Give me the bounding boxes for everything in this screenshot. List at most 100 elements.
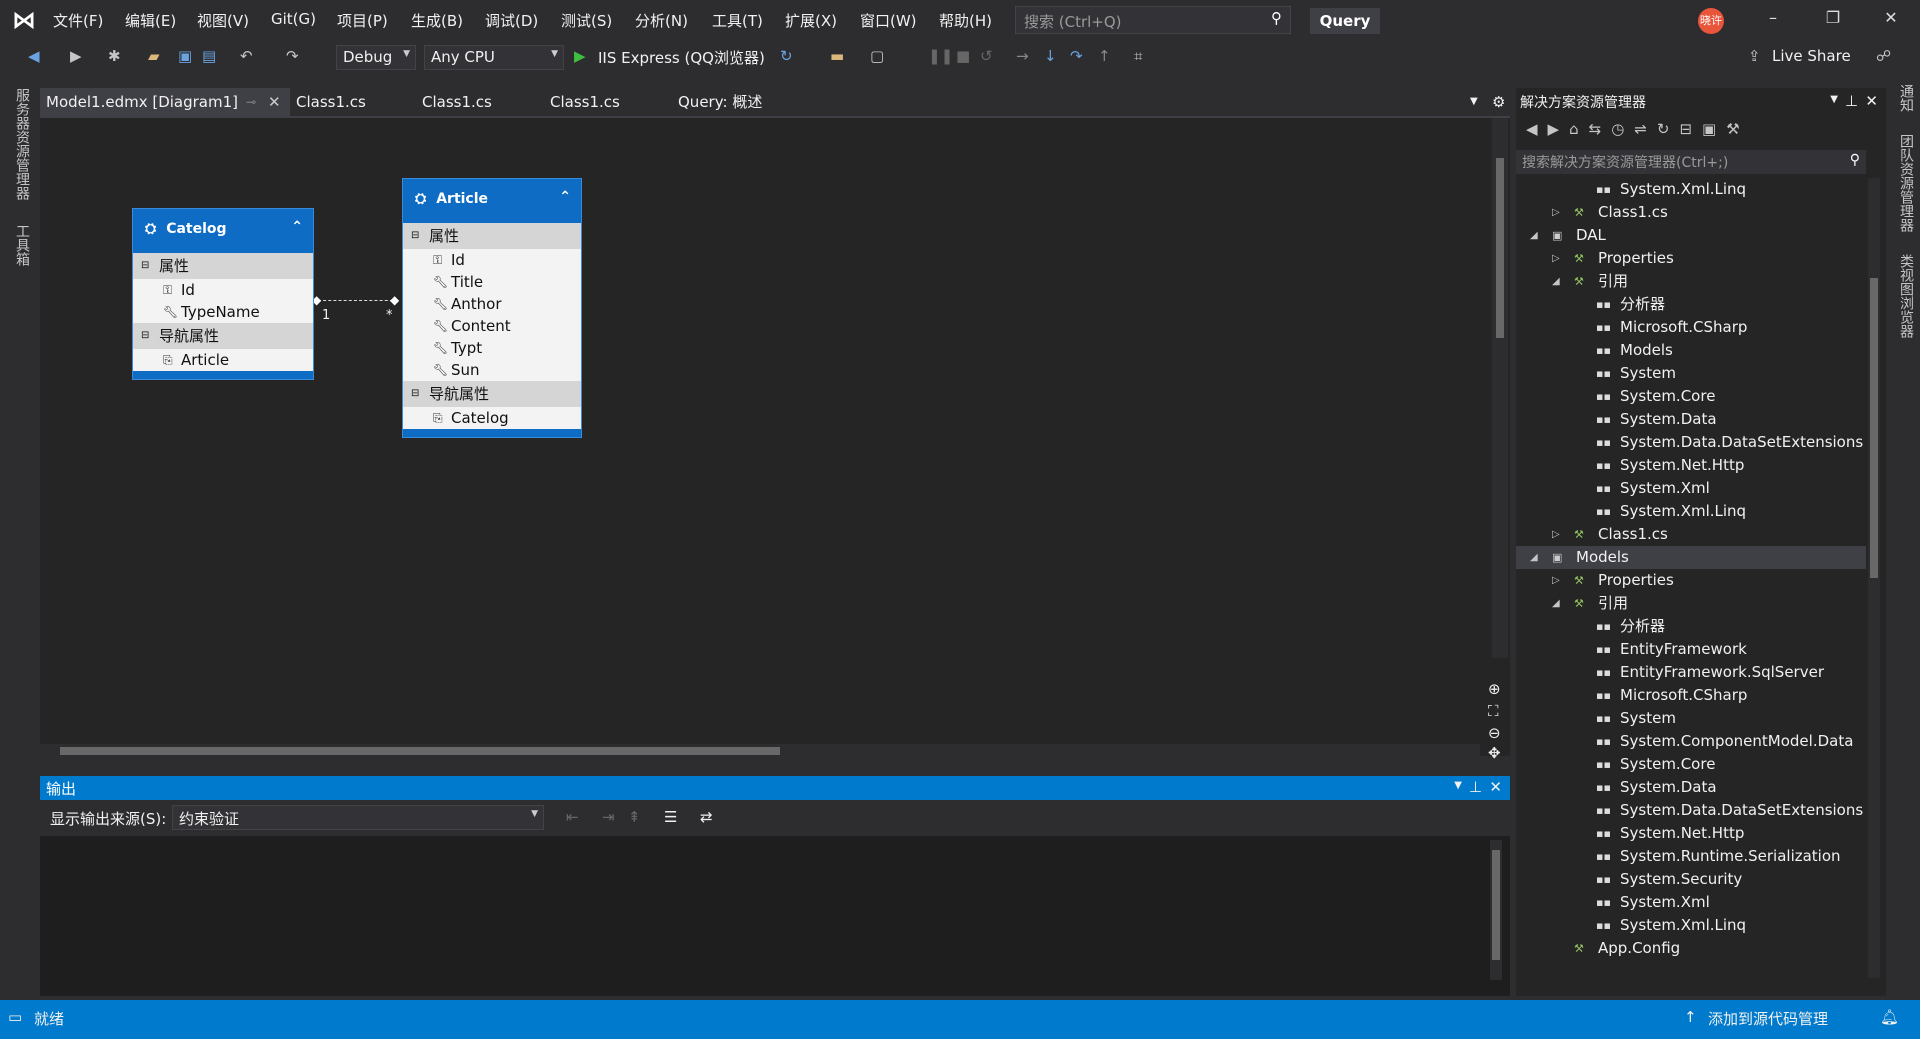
edmx-designer-canvas[interactable]: ◆ ◆ 1 * ⛭ Catelog ⌃ ⊟ 属性 ⚿ Id 🔧︎ TypeName ⊟ 导航属… xyxy=(40,116,1510,762)
forward-icon[interactable]: ▶ xyxy=(70,47,82,65)
menu-item-0[interactable]: 文件(F) xyxy=(53,10,103,31)
tab-query-overview[interactable]: Query: 概述 xyxy=(678,88,762,116)
tree-item[interactable]: ▪▪ System.Core xyxy=(1516,753,1866,776)
config-select[interactable]: Debug ▼ xyxy=(336,45,416,70)
se-pin-icon[interactable]: ⊥ xyxy=(1845,92,1858,110)
menu-item-11[interactable]: 窗口(W) xyxy=(860,10,917,31)
collapsed-arrow-icon[interactable]: ▷ xyxy=(1552,201,1560,224)
section-properties[interactable]: ⊟ 属性 xyxy=(403,223,581,249)
step-icon[interactable]: → xyxy=(1016,47,1029,65)
output-vscroll[interactable] xyxy=(1490,840,1502,980)
notifications-tab[interactable]: 通知 xyxy=(1896,84,1916,112)
tree-item[interactable]: ◢ ▣ Models xyxy=(1516,546,1866,569)
panel-pin-icon[interactable]: ⊥ xyxy=(1469,778,1482,796)
live-share-icon[interactable]: ⇪ xyxy=(1748,47,1761,65)
scalar-property[interactable]: 🔧︎ Typt xyxy=(403,337,581,359)
tree-item[interactable]: ▷ ⚒ Class1.cs xyxy=(1516,523,1866,546)
se-vscroll[interactable] xyxy=(1868,178,1880,978)
tree-item[interactable]: ▪▪ System.Xml.Linq xyxy=(1516,500,1866,523)
pending-changes-icon[interactable]: ◷ xyxy=(1611,120,1634,138)
expanded-arrow-icon[interactable]: ◢ xyxy=(1530,546,1538,569)
menu-item-3[interactable]: Git(G) xyxy=(271,10,316,28)
search-input[interactable]: 搜索 (Ctrl+Q) ⚲ xyxy=(1015,6,1291,34)
menu-item-8[interactable]: 分析(N) xyxy=(635,10,688,31)
query-button[interactable]: Query xyxy=(1310,8,1380,34)
vertical-scrollbar[interactable] xyxy=(1492,118,1508,658)
tab-list-dropdown-icon[interactable]: ▼ xyxy=(1470,88,1478,116)
pan-icon[interactable]: ✥ xyxy=(1488,744,1501,762)
find-prev-icon[interactable]: ⇤ xyxy=(566,808,579,826)
panel-close-icon[interactable]: ✕ xyxy=(1489,778,1502,796)
expanded-arrow-icon[interactable]: ◢ xyxy=(1530,224,1538,247)
save-all-icon[interactable]: ▤ xyxy=(202,47,216,65)
tree-item[interactable]: ▪▪ Microsoft.CSharp xyxy=(1516,316,1866,339)
properties-icon[interactable]: ⚒ xyxy=(1726,120,1749,138)
open-icon[interactable]: ▰ xyxy=(148,47,160,65)
source-control-icon[interactable]: ↑ xyxy=(1684,1008,1697,1026)
refresh-icon[interactable]: ↻ xyxy=(780,47,793,65)
scalar-property[interactable]: ⚿ Id xyxy=(133,279,313,301)
show-all-icon[interactable]: ▣ xyxy=(1702,120,1726,138)
tree-item[interactable]: ▪▪ System.Security xyxy=(1516,868,1866,891)
stop-icon[interactable]: ■ xyxy=(956,47,970,65)
home-icon[interactable]: ⌂ xyxy=(1569,120,1589,138)
se-close-icon[interactable]: ✕ xyxy=(1865,92,1878,110)
collapsed-arrow-icon[interactable]: ▷ xyxy=(1552,523,1560,546)
tree-item[interactable]: ▷ ⚒ Properties xyxy=(1516,247,1866,270)
step-over-icon[interactable]: ↷ xyxy=(1070,47,1083,65)
feedback-icon[interactable]: ☍ xyxy=(1876,47,1891,65)
zoom-out-icon[interactable]: ⊖ xyxy=(1488,724,1501,742)
tree-item[interactable]: ▷ ⚒ Properties xyxy=(1516,569,1866,592)
menu-item-6[interactable]: 调试(D) xyxy=(485,10,538,31)
horizontal-scrollbar[interactable] xyxy=(40,744,1480,758)
tree-item[interactable]: ▪▪ System.Data.DataSetExtensions xyxy=(1516,799,1866,822)
menu-item-4[interactable]: 项目(P) xyxy=(337,10,388,31)
entity-article[interactable]: ⛭ Article ⌃ ⊟ 属性 ⚿ Id 🔧︎ Title 🔧︎ Anthor 🔧︎ Conten… xyxy=(402,178,582,438)
breakpoints-icon[interactable]: ⌗ xyxy=(1134,47,1142,65)
navigation-property[interactable]: ⎘ Article xyxy=(133,349,313,371)
tree-item[interactable]: ▪▪ 分析器 xyxy=(1516,293,1866,316)
output-text-area[interactable] xyxy=(40,836,1510,996)
menu-item-10[interactable]: 扩展(X) xyxy=(785,10,837,31)
tree-item[interactable]: ▪▪ Microsoft.CSharp xyxy=(1516,684,1866,707)
tree-item[interactable]: ▪▪ System.Xml.Linq xyxy=(1516,178,1866,201)
step-into-icon[interactable]: ↓ xyxy=(1044,47,1057,65)
scalar-property[interactable]: 🔧︎ Title xyxy=(403,271,581,293)
forward-icon[interactable]: ▶ xyxy=(1548,120,1570,138)
scalar-property[interactable]: 🔧︎ Content xyxy=(403,315,581,337)
scalar-property[interactable]: ⚿ Id xyxy=(403,249,581,271)
zoom-fit-icon[interactable]: ⛶ xyxy=(1488,702,1499,720)
tab-class1-a[interactable]: Class1.cs xyxy=(296,88,366,116)
collapsed-arrow-icon[interactable]: ▷ xyxy=(1552,247,1560,270)
menu-item-1[interactable]: 编辑(E) xyxy=(125,10,176,31)
new-project-icon[interactable]: ✱ xyxy=(108,47,121,65)
output-source-select[interactable]: 约束验证 ▼ xyxy=(172,805,544,830)
menu-item-5[interactable]: 生成(B) xyxy=(411,10,463,31)
menu-item-9[interactable]: 工具(T) xyxy=(712,10,763,31)
collapse-all-icon[interactable]: ⊟ xyxy=(1679,120,1702,138)
scalar-property[interactable]: 🔧︎ Anthor xyxy=(403,293,581,315)
zoom-in-icon[interactable]: ⊕ xyxy=(1488,680,1501,698)
browser-icon[interactable]: ▢ xyxy=(870,47,884,65)
platform-select[interactable]: Any CPU ▼ xyxy=(424,45,564,70)
back-icon[interactable]: ◀ xyxy=(28,47,40,65)
close-tab-icon[interactable]: ✕ xyxy=(268,88,281,116)
find-next-icon[interactable]: ⇥ xyxy=(602,808,615,826)
se-search-input[interactable]: 搜索解决方案资源管理器(Ctrl+;) ⚲ xyxy=(1516,150,1866,174)
sync-icon[interactable]: ⇌ xyxy=(1634,120,1657,138)
find-up-icon[interactable]: ⇞ xyxy=(628,808,641,826)
tree-item[interactable]: ▪▪ System.Xml xyxy=(1516,477,1866,500)
restart-icon[interactable]: ↺ xyxy=(980,47,993,65)
tree-item[interactable]: ▪▪ System.ComponentModel.Data xyxy=(1516,730,1866,753)
add-source-control-button[interactable]: 添加到源代码管理 xyxy=(1708,1008,1828,1029)
maximize-icon[interactable]: ❐ xyxy=(1818,8,1848,34)
collapse-icon[interactable]: ⌃ xyxy=(291,219,303,235)
pin-icon[interactable]: ⊸ xyxy=(246,88,256,116)
class-view-tab[interactable]: 类视图浏览器 xyxy=(1896,254,1916,338)
notification-bell-icon[interactable]: 🔔︎ xyxy=(1880,1008,1899,1026)
pause-icon[interactable]: ❚❚ xyxy=(928,47,953,65)
tree-item[interactable]: ▪▪ System.Data xyxy=(1516,776,1866,799)
settings-gear-icon[interactable]: ⚙ xyxy=(1492,88,1505,116)
tree-item[interactable]: ▪▪ System.Xml xyxy=(1516,891,1866,914)
live-share-button[interactable]: Live Share xyxy=(1772,47,1851,65)
